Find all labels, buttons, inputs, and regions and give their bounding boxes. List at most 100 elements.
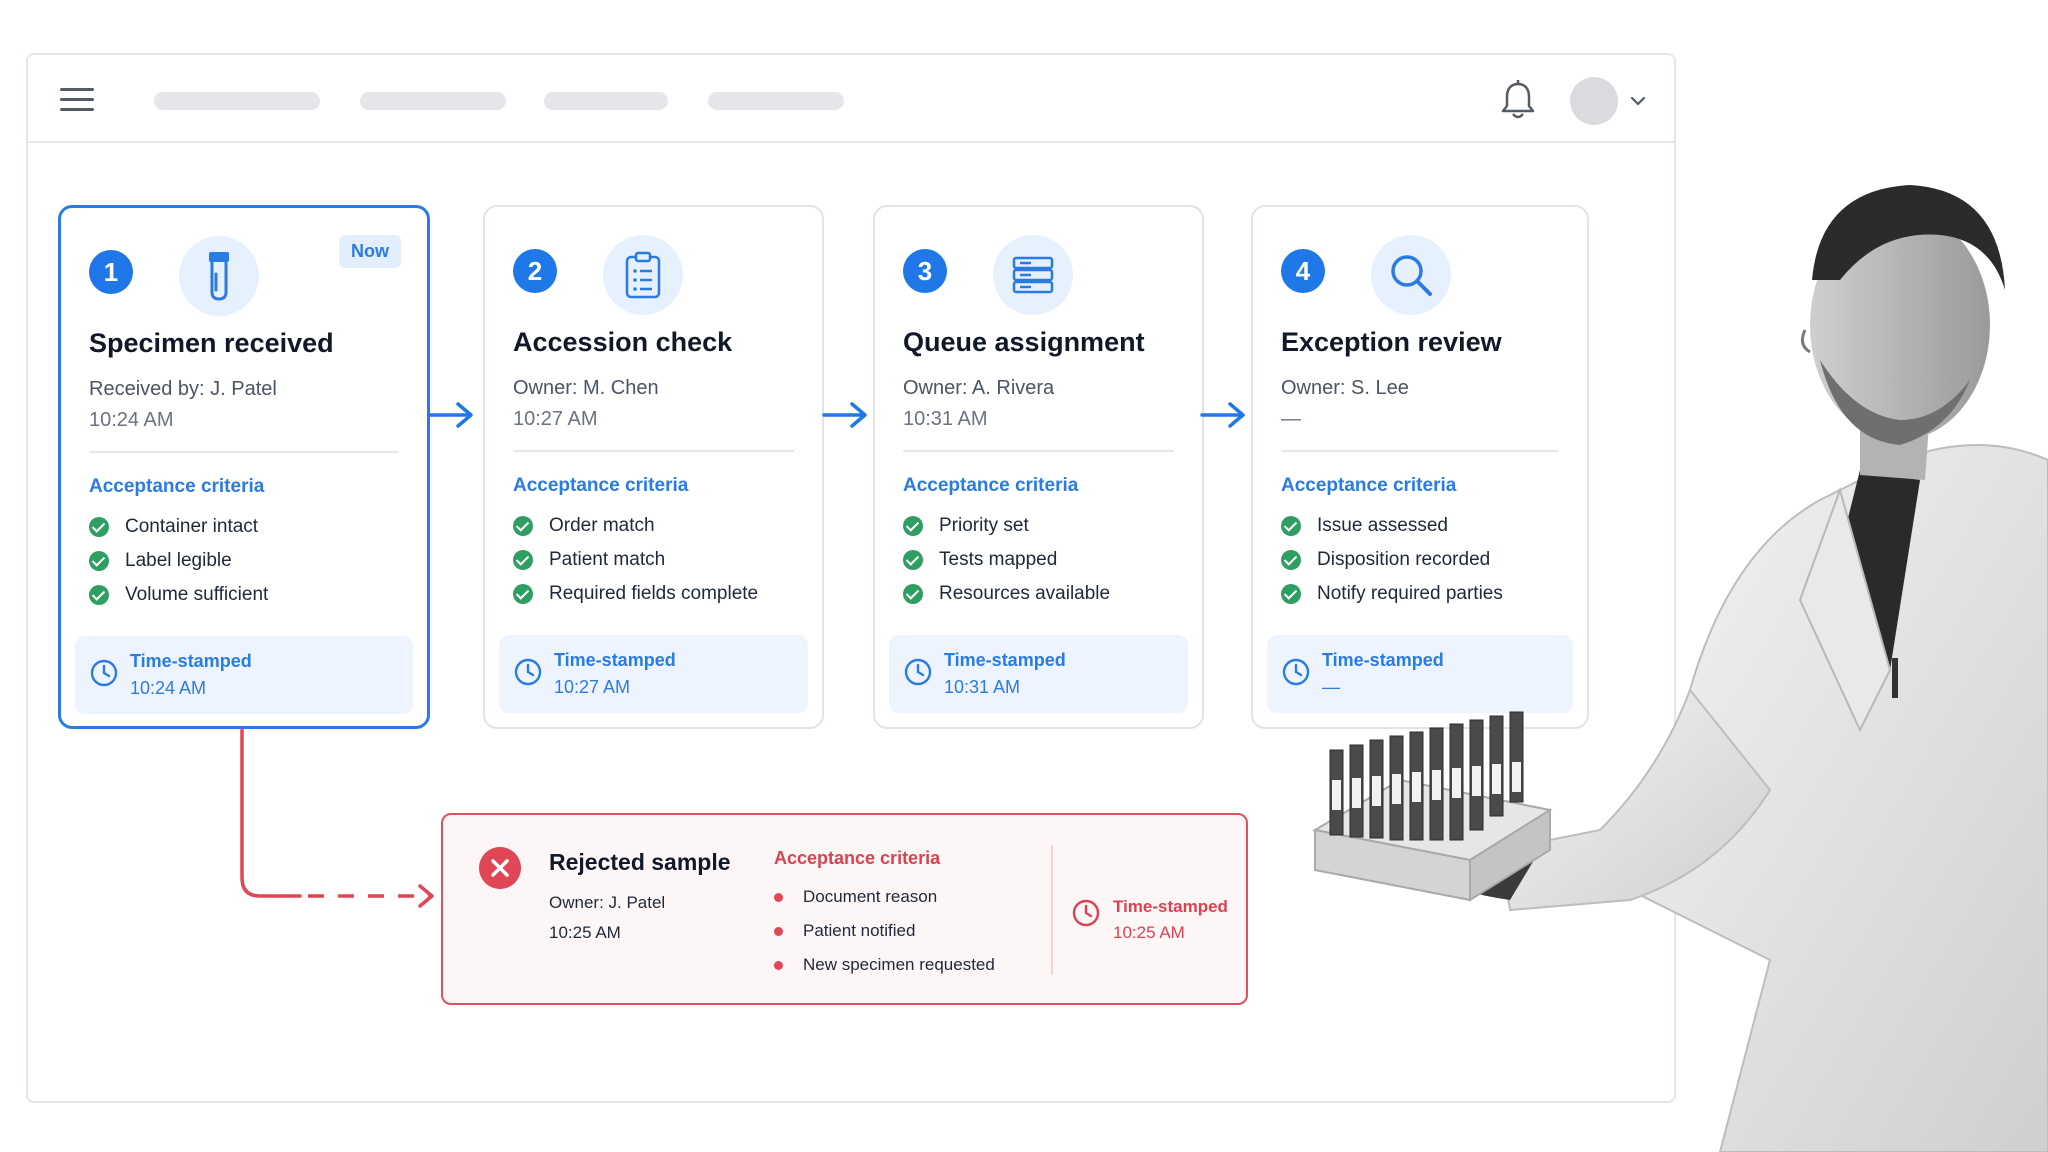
criteria-item: Tests mapped <box>903 543 1110 577</box>
rejected-criteria-item: Patient notified <box>774 914 995 948</box>
criteria-label: Priority set <box>939 515 1029 536</box>
check-circle-icon <box>1281 516 1301 536</box>
rejected-criteria-heading: Acceptance criteria <box>774 848 941 868</box>
criteria-label: Tests mapped <box>939 549 1058 570</box>
rejected-sample-card[interactable]: Rejected sample Owner: J. Patel 10:25 AM… <box>441 813 1248 1005</box>
check-circle-icon <box>89 585 109 605</box>
divider <box>1051 845 1053 975</box>
clock-icon <box>904 658 932 686</box>
criteria-list: Order match Patient match Required field… <box>513 509 758 611</box>
rejected-criteria-item: Document reason <box>774 880 995 914</box>
rejected-criteria-list: Document reason Patient notified New spe… <box>774 880 995 982</box>
criteria-item: Container intact <box>89 510 268 544</box>
check-circle-icon <box>513 550 533 570</box>
timestamp-panel: Time-stamped 10:27 AM <box>499 635 808 713</box>
criteria-label: Label legible <box>125 550 232 571</box>
criteria-label: Resources available <box>939 583 1111 604</box>
rejected-time: 10:25 AM <box>549 923 621 942</box>
criteria-item: Resources available <box>903 577 1110 611</box>
step-title: Queue assignment <box>903 327 1145 357</box>
timestamp-panel: Time-stamped 10:31 AM <box>889 635 1188 713</box>
timestamp-value: 10:27 AM <box>554 677 631 697</box>
criteria-label: Order match <box>549 515 655 536</box>
lab-technician-photo <box>1312 185 2048 1152</box>
nav-placeholder-1[interactable] <box>154 92 320 110</box>
arrow-right-icon <box>428 402 473 428</box>
now-badge: Now <box>339 235 401 268</box>
check-circle-icon <box>903 550 923 570</box>
step-number: 1 <box>89 250 133 294</box>
criteria-heading: Acceptance criteria <box>89 476 265 497</box>
nav-placeholder-2[interactable] <box>360 92 506 110</box>
criteria-heading: Acceptance criteria <box>513 475 689 496</box>
bell-icon[interactable] <box>1498 79 1538 121</box>
timestamp-value: 10:25 AM <box>1113 923 1185 942</box>
timestamp-value: 10:31 AM <box>944 677 1021 697</box>
clock-icon <box>90 659 118 687</box>
criteria-heading: Acceptance criteria <box>903 475 1079 496</box>
user-avatar[interactable] <box>1570 77 1618 125</box>
step-time: 10:27 AM <box>513 408 598 430</box>
step-card-specimen-received[interactable]: 1 Now Specimen received Received by: J. … <box>58 205 430 729</box>
step-time: 10:24 AM <box>89 409 174 431</box>
bullet-dot <box>774 926 783 936</box>
check-circle-icon <box>1281 550 1301 570</box>
rejection-connector <box>240 728 434 908</box>
test-tube-icon <box>179 236 259 316</box>
step-owner: Owner: M. Chen <box>513 377 659 399</box>
criteria-label: Document reason <box>803 887 938 906</box>
nav-placeholder-4[interactable] <box>708 92 844 110</box>
step-card-queue-assignment[interactable]: 3 Queue assignment Owner: A. Rivera 10:3… <box>873 205 1204 729</box>
criteria-item: Volume sufficient <box>89 578 268 612</box>
criteria-label: Volume sufficient <box>125 584 269 605</box>
server-rack-icon <box>993 235 1073 315</box>
check-circle-icon <box>513 516 533 536</box>
close-circle-icon <box>479 847 521 889</box>
criteria-label: Container intact <box>125 516 259 537</box>
clipboard-icon <box>603 235 683 315</box>
check-circle-icon <box>1281 584 1301 604</box>
divider <box>903 450 1174 452</box>
arrow-right-icon <box>822 402 867 428</box>
rejected-title: Rejected sample <box>549 849 731 875</box>
step-number: 3 <box>903 249 947 293</box>
divider <box>89 451 399 453</box>
timestamp-label: Time-stamped <box>944 650 1066 670</box>
arrow-right-icon <box>1200 402 1245 428</box>
criteria-item: Patient match <box>513 543 758 577</box>
rejected-criteria-item: New specimen requested <box>774 948 995 982</box>
step-owner: Owner: A. Rivera <box>903 377 1055 399</box>
step-number: 2 <box>513 249 557 293</box>
bullet-dot <box>774 960 783 970</box>
step-time: 10:31 AM <box>903 408 988 430</box>
timestamp-label: Time-stamped <box>1113 897 1228 916</box>
criteria-label: New specimen requested <box>803 955 995 974</box>
criteria-label: Required fields complete <box>549 583 759 604</box>
step-title: Accession check <box>513 327 733 357</box>
check-circle-icon <box>903 516 923 536</box>
nav-placeholder-3[interactable] <box>544 92 668 110</box>
step-time: — <box>1281 408 1301 430</box>
criteria-label: Patient match <box>549 549 666 570</box>
step-owner: Received by: J. Patel <box>89 378 277 400</box>
criteria-item: Order match <box>513 509 758 543</box>
check-circle-icon <box>89 551 109 571</box>
check-circle-icon <box>903 584 923 604</box>
criteria-item: Label legible <box>89 544 268 578</box>
criteria-list: Container intact Label legible Volume su… <box>89 510 268 612</box>
hamburger-icon[interactable] <box>60 88 94 112</box>
clock-icon <box>1072 899 1100 927</box>
criteria-list: Priority set Tests mapped Resources avai… <box>903 509 1110 611</box>
bullet-dot <box>774 892 783 902</box>
step-card-accession-check[interactable]: 2 Accession check Owner: M. Chen 10:27 A… <box>483 205 824 729</box>
chevron-down-icon[interactable] <box>1628 91 1648 111</box>
timestamp-value: 10:24 AM <box>130 678 207 698</box>
timestamp-label: Time-stamped <box>554 650 676 670</box>
check-circle-icon <box>89 517 109 537</box>
criteria-item: Priority set <box>903 509 1110 543</box>
timestamp-label: Time-stamped <box>130 651 252 671</box>
divider <box>513 450 794 452</box>
check-circle-icon <box>513 584 533 604</box>
step-title: Specimen received <box>89 328 334 358</box>
timestamp-panel: Time-stamped 10:24 AM <box>75 636 413 714</box>
